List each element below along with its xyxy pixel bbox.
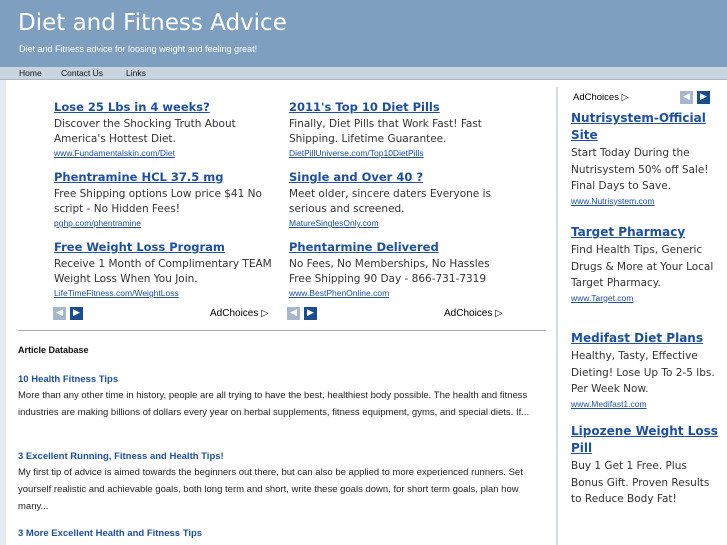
article-item: 3 Excellent Running, Fitness and Health …: [18, 450, 548, 515]
ad-title[interactable]: 2011's Top 10 Diet Pills: [289, 100, 514, 115]
ad-block[interactable]: 2011's Top 10 Diet Pills Finally, Diet P…: [289, 100, 514, 159]
ad-description: Free Shipping options Low price $41 No s…: [54, 188, 262, 215]
sidebar-ad-description: Buy 1 Get 1 Free. Plus Bonus Gift. Prove…: [571, 460, 710, 505]
article-title[interactable]: 3 Excellent Running, Fitness and Health …: [18, 450, 548, 463]
ad-title[interactable]: Phentarmine Delivered: [289, 240, 514, 255]
article-title[interactable]: 10 Health Fitness Tips: [18, 373, 548, 386]
nav-home[interactable]: Home: [19, 67, 42, 79]
nav-links[interactable]: Links: [126, 67, 146, 79]
ad-description: Meet older, sincere daters Everyone is s…: [289, 188, 491, 215]
sidebar-ad-description: Healthy, Tasty, Effective Dieting! Lose …: [571, 350, 715, 395]
ad-description: Discover the Shocking Truth About Americ…: [54, 118, 236, 145]
article-title[interactable]: 3 More Excellent Health and Fitness Tips: [18, 527, 548, 540]
ad-description: Receive 1 Month of Complimentary TEAM We…: [54, 258, 272, 285]
article-item: 10 Health Fitness Tips More than any oth…: [18, 373, 548, 421]
sidebar-divider: [556, 87, 558, 545]
left-border: [0, 80, 6, 545]
sidebar-ad[interactable]: Nutrisystem-Official Site Start Today Du…: [571, 110, 721, 207]
ad-url[interactable]: pghp.com/phentramine: [54, 217, 279, 229]
ad-next-arrow-icon[interactable]: ▶: [304, 307, 317, 320]
ad-url[interactable]: www.BestPhenOnline.com: [289, 287, 514, 299]
sidebar-ad-title[interactable]: Nutrisystem-Official Site: [571, 110, 721, 144]
adchoices-label: AdChoices: [210, 308, 259, 319]
article-excerpt: More than any other time in history, peo…: [18, 390, 530, 418]
adchoices-icon: ▷: [261, 308, 269, 319]
site-header: Diet and Fitness Advice Diet and Fitness…: [0, 0, 727, 67]
adchoices-link[interactable]: AdChoices ▷: [210, 308, 269, 319]
ad-url[interactable]: LifeTimeFitness.com/WeightLoss: [54, 287, 279, 299]
nav-bar: Home Contact Us Links: [0, 67, 727, 80]
sidebar-ad[interactable]: Medifast Diet Plans Healthy, Tasty, Effe…: [571, 330, 721, 410]
ad-title[interactable]: Free Weight Loss Program: [54, 240, 279, 255]
ad-prev-arrow-icon[interactable]: ◀: [53, 307, 66, 320]
sidebar-ad-title[interactable]: Lipozene Weight Loss Pill: [571, 423, 721, 457]
adchoices-label: AdChoices: [444, 308, 493, 319]
adchoices-label: AdChoices: [573, 92, 619, 103]
ad-title[interactable]: Phentramine HCL 37.5 mg: [54, 170, 279, 185]
sidebar-ad-description: Start Today During the Nutrisystem 50% o…: [571, 147, 709, 192]
ad-description: Finally, Diet Pills that Work Fast! Fast…: [289, 118, 482, 145]
nav-contact-us[interactable]: Contact Us: [61, 67, 103, 79]
adchoices-icon: ▷: [621, 92, 629, 103]
article-database-heading: Article Database: [18, 345, 89, 355]
sidebar-ad-url[interactable]: www.Target.com: [571, 292, 721, 304]
content-divider: [18, 330, 546, 331]
ad-title[interactable]: Single and Over 40 ?: [289, 170, 514, 185]
ad-title[interactable]: Lose 25 Lbs in 4 weeks?: [54, 100, 279, 115]
sidebar-ad-description: Find Health Tips, Generic Drugs & More a…: [571, 244, 714, 289]
site-title[interactable]: Diet and Fitness Advice: [18, 10, 287, 36]
sidebar-ad-title[interactable]: Medifast Diet Plans: [571, 330, 721, 347]
sidebar-ad-url[interactable]: www.Medifast1.com: [571, 398, 721, 410]
ad-block[interactable]: Phentramine HCL 37.5 mg Free Shipping op…: [54, 170, 279, 229]
sidebar-ad-url[interactable]: www.Nutrisystem.com: [571, 195, 721, 207]
sidebar-ad[interactable]: Target Pharmacy Find Health Tips, Generi…: [571, 224, 721, 304]
article-item: 3 More Excellent Health and Fitness Tips: [18, 527, 548, 540]
adchoices-icon: ▷: [495, 308, 503, 319]
ad-block[interactable]: Lose 25 Lbs in 4 weeks? Discover the Sho…: [54, 100, 279, 159]
ad-url[interactable]: MatureSinglesOnly.com: [289, 217, 514, 229]
ad-prev-arrow-icon[interactable]: ◀: [287, 307, 300, 320]
ad-block[interactable]: Single and Over 40 ? Meet older, sincere…: [289, 170, 514, 229]
sidebar-ad-title[interactable]: Target Pharmacy: [571, 224, 721, 241]
ad-url[interactable]: DietPillUniverse.com/Top10DietPills: [289, 147, 514, 159]
sidebar-prev-arrow-icon[interactable]: ◀: [680, 91, 693, 104]
sidebar-adchoices-link[interactable]: AdChoices ▷: [573, 92, 629, 103]
ad-next-arrow-icon[interactable]: ▶: [70, 307, 83, 320]
ad-description: No Fees, No Memberships, No Hassles Free…: [289, 258, 490, 285]
sidebar-ad[interactable]: Lipozene Weight Loss Pill Buy 1 Get 1 Fr…: [571, 423, 721, 508]
site-tagline: Diet and Fitness advice for loosing weig…: [19, 44, 258, 54]
ad-block[interactable]: Free Weight Loss Program Receive 1 Month…: [54, 240, 279, 299]
adchoices-link[interactable]: AdChoices ▷: [444, 308, 503, 319]
sidebar-next-arrow-icon[interactable]: ▶: [697, 91, 710, 104]
article-excerpt: My first tip of advice is aimed towards …: [18, 467, 523, 512]
ad-url[interactable]: www.Fundamentalskin.com/Diet: [54, 147, 279, 159]
ad-block[interactable]: Phentarmine Delivered No Fees, No Member…: [289, 240, 514, 299]
